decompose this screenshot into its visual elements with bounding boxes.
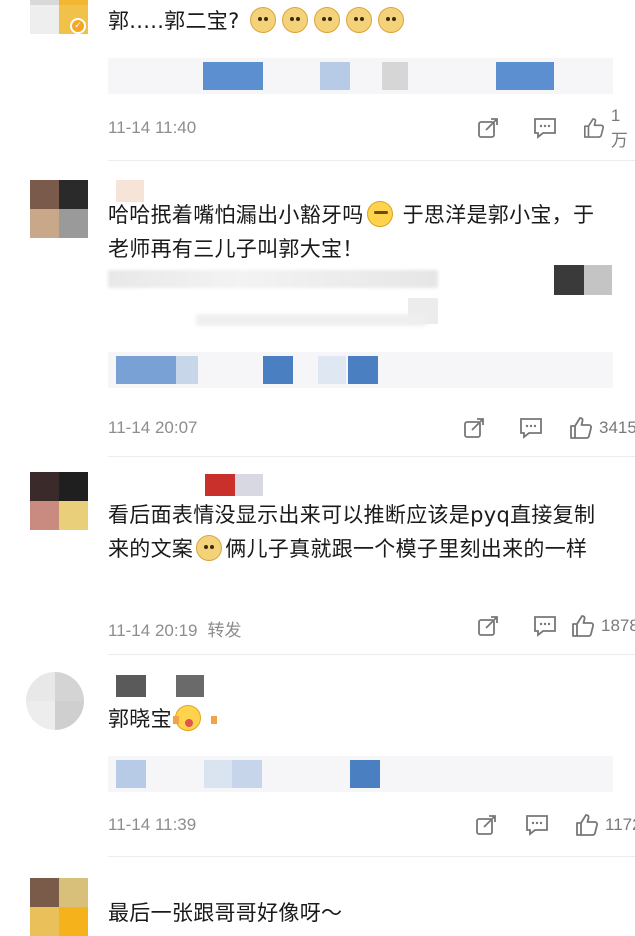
share-button[interactable]	[475, 811, 497, 839]
share-icon	[464, 418, 484, 438]
like-count: 1172	[605, 815, 635, 834]
like-icon	[584, 118, 604, 138]
comment-time: 11-14 11:40	[108, 118, 197, 137]
reply-preview[interactable]	[108, 58, 613, 94]
like-count: 3415	[599, 418, 635, 437]
comment-actions: 1172	[335, 811, 635, 839]
like-count: 1878	[601, 616, 635, 635]
comment-button[interactable]	[519, 414, 543, 442]
comment-time: 11-14 11:39	[108, 815, 197, 834]
blurred-text	[196, 314, 426, 326]
comment-time: 11-14 20:19 转发	[108, 616, 241, 641]
comment-actions: 1万	[335, 106, 635, 150]
username-redacted[interactable]	[116, 675, 146, 697]
divider	[108, 456, 635, 457]
comment-time: 11-14 20:07	[108, 418, 198, 437]
redacted-block	[554, 265, 584, 295]
share-button[interactable]	[477, 114, 499, 142]
thinking-emoji	[366, 201, 393, 227]
comment-time-value: 11-14 20:19	[108, 621, 198, 640]
like-button[interactable]: 1万	[583, 106, 635, 150]
share-icon	[478, 118, 498, 138]
like-icon	[576, 814, 599, 836]
comment-text: 哈哈抿着嘴怕漏出小豁牙吗 于思洋是郭小宝，于老师再有三儿子叫郭大宝！	[108, 198, 605, 266]
comment-icon	[526, 815, 548, 836]
share-button[interactable]	[463, 414, 485, 442]
comment-text: 看后面表情没显示出来可以推断应该是pyq直接复制来的文案 俩儿子真就跟一个模子里刻…	[108, 498, 605, 566]
avatar[interactable]	[30, 472, 88, 530]
comment-icon	[520, 418, 542, 439]
comment-text: 郭.....郭二宝?	[108, 4, 605, 38]
avatar[interactable]	[30, 180, 88, 238]
blurred-text	[108, 270, 438, 288]
reply-preview[interactable]	[108, 352, 613, 388]
comment-text-content: 俩儿子真就跟一个模子里刻出来的一样	[225, 537, 588, 561]
forward-link[interactable]: 转发	[207, 621, 241, 640]
redacted-block	[584, 265, 612, 295]
like-count: 1万	[610, 105, 628, 150]
comment-actions: 1878	[335, 612, 635, 640]
comment-text: 最后一张跟哥哥好像呀～	[108, 896, 605, 930]
doge-emoji	[196, 535, 223, 561]
doge-emoji	[345, 7, 372, 33]
comment-actions: 3415	[335, 414, 635, 442]
avatar[interactable]	[26, 672, 84, 730]
like-icon	[572, 615, 595, 637]
comment-button[interactable]	[533, 114, 557, 142]
username-redacted[interactable]	[176, 675, 204, 697]
doge-emoji	[313, 7, 340, 33]
comment-button[interactable]	[525, 811, 549, 839]
username-redacted[interactable]	[205, 474, 235, 496]
share-icon	[476, 815, 496, 835]
verified-badge-icon: ✓	[70, 18, 86, 34]
username-redacted[interactable]	[235, 474, 263, 496]
like-button[interactable]: 1172	[575, 811, 635, 839]
share-button[interactable]	[477, 612, 499, 640]
comment-text-content: 郭晓宝	[108, 707, 172, 731]
comment-icon	[534, 616, 556, 637]
comment-text: 郭晓宝	[108, 702, 605, 736]
doge-emoji	[249, 7, 276, 33]
comment-text-content: 哈哈抿着嘴怕漏出小豁牙吗	[108, 203, 364, 227]
like-button[interactable]: 3415	[569, 414, 635, 442]
comment-icon	[534, 118, 556, 139]
reply-preview[interactable]	[108, 756, 613, 792]
comment-text-content: 最后一张跟哥哥好像呀～	[108, 901, 343, 925]
divider	[108, 160, 635, 161]
doge-emoji	[281, 7, 308, 33]
share-icon	[478, 616, 498, 636]
shocked-emoji	[172, 705, 217, 731]
comment-button[interactable]	[533, 612, 557, 640]
divider	[108, 654, 635, 655]
like-icon	[570, 417, 593, 439]
doge-emoji	[377, 7, 404, 33]
avatar[interactable]	[30, 878, 88, 936]
divider	[108, 856, 635, 857]
comment-text-content: 郭.....郭二宝?	[108, 9, 240, 33]
like-button[interactable]: 1878	[571, 612, 635, 640]
